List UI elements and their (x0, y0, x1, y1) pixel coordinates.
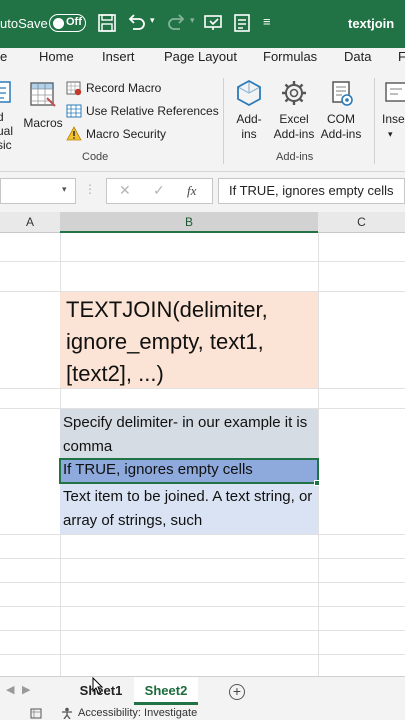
toggle-knob (53, 17, 64, 29)
com-add-ins-label-2: Add-ins (320, 127, 362, 141)
com-add-ins-label-1: COM (327, 112, 355, 126)
insert-controls-button[interactable]: Inse ▾ (382, 78, 405, 142)
insert-function-icon[interactable]: fx (187, 183, 196, 199)
macros-icon (30, 82, 56, 107)
column-header-b[interactable]: B (60, 212, 318, 233)
formula-controls: ✕ ✓ fx (106, 178, 213, 204)
tab-insert[interactable]: Insert (102, 49, 135, 64)
excel-window: utoSave Off ▾ ▾ ≡ textjoin e Home Insert… (0, 0, 405, 720)
cell-delimiter-description[interactable]: Specify delimiter- in our example it is … (60, 409, 318, 459)
insert-dropdown-icon: ▾ (388, 129, 393, 139)
status-bar: Accessibility: Investigate (0, 706, 405, 720)
add-sheet-icon[interactable]: + (229, 684, 245, 700)
enter-icon[interactable]: ✓ (153, 182, 165, 199)
record-macro-icon (66, 81, 82, 96)
redo-icon[interactable] (166, 13, 188, 33)
excel-add-ins-label-2: Add-ins (273, 127, 315, 141)
form-icon[interactable] (232, 13, 252, 33)
accessibility-icon[interactable] (60, 707, 74, 719)
macros-button[interactable]: Macros (22, 80, 64, 131)
excel-add-ins-label-1: Excel (279, 112, 309, 126)
sheet-tab-sheet2[interactable]: Sheet2 (134, 677, 198, 705)
add-ins-icon (237, 79, 261, 107)
formula-input[interactable]: If TRUE, ignores empty cells (218, 178, 405, 204)
visual-basic-button[interactable]: d ual sic (0, 80, 15, 152)
tab-file[interactable]: e (0, 49, 7, 64)
mouse-cursor-icon (92, 677, 104, 695)
macros-label: Macros (23, 116, 63, 130)
cell-ignore-empty-description[interactable]: If TRUE, ignores empty cells (59, 458, 319, 484)
sheet-tabs-bar: ◀ ▶ Sheet1 Sheet2 + (0, 676, 405, 706)
scroll-right-icon[interactable]: ▶ (22, 683, 30, 696)
warning-icon (66, 126, 82, 141)
worksheet-grid[interactable]: TEXTJOIN(delimiter, ignore_empty, text1,… (0, 233, 405, 676)
redo-dropdown-icon[interactable]: ▾ (190, 15, 195, 26)
tab-formulas[interactable]: Formulas (263, 49, 317, 64)
name-box-dropdown-icon[interactable]: ▾ (62, 184, 67, 195)
group-divider (223, 78, 224, 164)
macro-security-label: Macro Security (86, 127, 167, 141)
excel-add-ins-button[interactable]: Excel Add-ins (272, 78, 316, 142)
column-header-a[interactable]: A (0, 212, 60, 233)
visual-basic-label-1: d (0, 110, 4, 124)
cell-mode-icon (30, 708, 42, 719)
toggle-state: Off (66, 16, 82, 28)
column-gridline (318, 233, 319, 676)
scroll-left-icon[interactable]: ◀ (6, 683, 14, 696)
tab-page-layout[interactable]: Page Layout (164, 49, 237, 64)
formula-bar-divider-icon: ⋮ (84, 182, 96, 196)
undo-icon[interactable] (125, 13, 147, 33)
save-icon[interactable] (97, 13, 117, 33)
column-header-c[interactable]: C (318, 212, 405, 233)
workbook-title: textjoin (348, 16, 395, 31)
cancel-icon[interactable]: ✕ (119, 182, 131, 199)
visual-basic-label-3: sic (0, 138, 12, 152)
gear-icon (282, 81, 306, 105)
title-bar: utoSave Off ▾ ▾ ≡ textjoin (0, 0, 405, 48)
add-ins-button[interactable]: Add- ins (229, 78, 269, 142)
group-divider (374, 78, 375, 164)
visual-basic-icon (0, 81, 11, 103)
add-ins-label-1: Add- (236, 112, 262, 126)
customize-toolbar-icon[interactable]: ≡ (263, 14, 271, 29)
record-macro-button[interactable]: Record Macro (66, 78, 161, 98)
code-group-label: Code (82, 151, 109, 163)
add-ins-label-2: ins (241, 127, 257, 141)
fill-handle[interactable] (314, 480, 320, 486)
tab-data[interactable]: Data (344, 49, 371, 64)
autosave-label: utoSave (0, 16, 48, 31)
use-relative-references-button[interactable]: Use Relative References (66, 101, 219, 121)
formula-bar: ▾ ⋮ ✕ ✓ fx If TRUE, ignores empty cells (0, 172, 405, 212)
accessibility-status[interactable]: Accessibility: Investigate (78, 707, 197, 719)
ribbon-developer: d ual sic Macros Record Macro Use Relati… (0, 72, 405, 172)
cell-text-description[interactable]: Text item to be joined. A text string, o… (60, 484, 318, 534)
visual-basic-label-2: ual (0, 124, 14, 138)
use-relative-references-label: Use Relative References (86, 104, 219, 118)
com-add-ins-icon (332, 81, 353, 106)
autosave-toggle[interactable]: Off (49, 14, 86, 32)
ribbon-tabs: e Home Insert Page Layout Formulas Data … (0, 48, 405, 72)
relative-references-icon (66, 104, 82, 118)
tab-home[interactable]: Home (39, 49, 74, 64)
add-ins-group-label: Add-ins (276, 151, 314, 163)
insert-controls-label: Inse (382, 112, 405, 126)
macro-security-button[interactable]: Macro Security (66, 124, 166, 144)
present-icon[interactable] (203, 13, 223, 33)
record-macro-label: Record Macro (86, 81, 162, 95)
name-box[interactable]: ▾ (0, 178, 76, 204)
cell-syntax-title[interactable]: TEXTJOIN(delimiter, ignore_empty, text1,… (60, 292, 318, 388)
insert-controls-icon (385, 82, 405, 102)
com-add-ins-button[interactable]: COM Add-ins (318, 78, 364, 142)
tab-review[interactable]: F (398, 49, 405, 64)
undo-dropdown-icon[interactable]: ▾ (150, 15, 155, 26)
